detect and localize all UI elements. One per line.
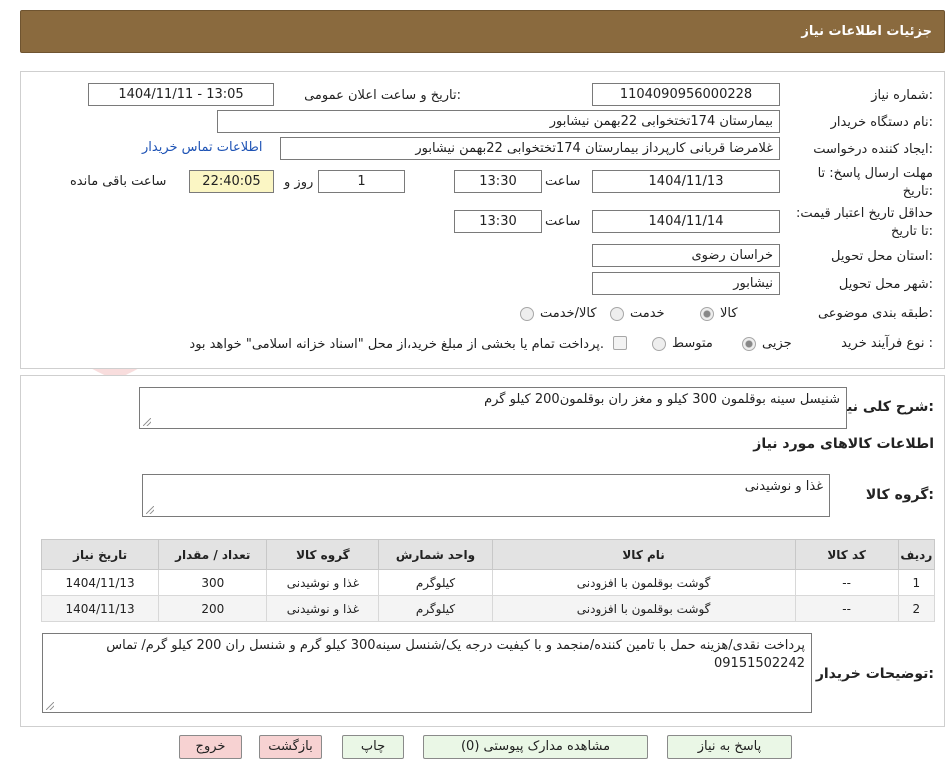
cell-date: 1404/11/13 xyxy=(40,595,160,622)
cell-name: گوشت بوقلمون با افزودنی xyxy=(491,595,796,622)
col-name: نام کالا xyxy=(491,539,796,570)
resize-grip-icon[interactable] xyxy=(143,418,151,426)
need-detail-panel: شرح کلی نیاز: شنیسل سینه بوقلمون 300 کیل… xyxy=(20,375,945,727)
page-header: جزئیات اطلاعات نیاز xyxy=(20,10,945,53)
requester-field: غلامرضا قربانی کارپرداز بیمارستان 174تخت… xyxy=(280,137,780,160)
radio-medium[interactable] xyxy=(652,336,666,351)
col-code: کد کالا xyxy=(794,539,899,570)
summary-text: شنیسل سینه بوقلمون 300 کیلو و مغز ران بو… xyxy=(484,392,840,407)
resize-grip-icon[interactable] xyxy=(46,702,54,710)
cell-group: غذا و نوشیدنی xyxy=(266,595,380,622)
col-row: ردیف xyxy=(897,539,936,570)
radio-goods[interactable] xyxy=(700,306,714,321)
col-date: تاریخ نیاز xyxy=(40,539,160,570)
days-remaining-field: 1 xyxy=(318,170,405,193)
treasury-note: پرداخت تمام یا بخشی از مبلغ خرید،از محل … xyxy=(189,337,604,352)
cell-code: -- xyxy=(794,595,899,622)
cell-quantity: 300 xyxy=(158,569,268,596)
need-number-field: 1104090956000228 xyxy=(592,83,780,106)
deadline-time-label: ساعت xyxy=(545,174,581,189)
summary-label: شرح کلی نیاز: xyxy=(833,399,934,415)
deadline-time-field: 13:30 xyxy=(454,170,542,193)
col-quantity: تعداد / مقدار xyxy=(158,539,268,570)
buyer-notes-textarea[interactable]: پرداخت نقدی/هزینه حمل با تامین کننده/منج… xyxy=(42,633,812,713)
buyer-org-label: نام دستگاه خریدار: xyxy=(830,115,933,130)
announce-label: تاریخ و ساعت اعلان عمومی: xyxy=(304,88,461,103)
category-option-goods[interactable]: کالا xyxy=(700,306,738,321)
table-row[interactable]: 2 -- گوشت بوقلمون با افزودنی کیلوگرم غذا… xyxy=(40,595,936,622)
resize-grip-icon[interactable] xyxy=(146,506,154,514)
cell-row: 2 xyxy=(897,595,936,622)
view-attachments-button[interactable]: مشاهده مدارک پیوستی (0) xyxy=(423,735,648,759)
print-button[interactable]: چاپ xyxy=(342,735,404,759)
validity-label: حداقل تاریخ اعتبار قیمت: تا تاریخ: xyxy=(795,206,933,239)
process-option-medium[interactable]: متوسط xyxy=(652,336,713,351)
cell-unit: کیلوگرم xyxy=(378,595,493,622)
validity-date-field: 1404/11/14 xyxy=(592,210,780,233)
validity-time-field: 13:30 xyxy=(454,210,542,233)
city-field: نیشابور xyxy=(592,272,780,295)
cell-date: 1404/11/13 xyxy=(40,569,160,596)
goods-group-label: گروه کالا: xyxy=(865,487,934,503)
goods-group-text: غذا و نوشیدنی xyxy=(744,479,823,494)
process-option-small[interactable]: جزیی xyxy=(742,336,792,351)
cell-unit: کیلوگرم xyxy=(378,569,493,596)
summary-textarea[interactable]: شنیسل سینه بوقلمون 300 کیلو و مغز ران بو… xyxy=(139,387,847,429)
time-remaining-label: ساعت باقی مانده xyxy=(70,174,167,189)
cell-group: غذا و نوشیدنی xyxy=(266,569,380,596)
buyer-contact-link[interactable]: اطلاعات تماس خریدار xyxy=(142,140,262,155)
city-label: شهر محل تحویل: xyxy=(838,277,933,292)
back-button[interactable]: بازگشت xyxy=(259,735,322,759)
treasury-checkbox[interactable] xyxy=(613,336,627,350)
exit-button[interactable]: خروج xyxy=(179,735,242,759)
days-label: روز و xyxy=(284,175,314,190)
radio-goods-service[interactable] xyxy=(520,306,534,321)
buyer-notes-text: پرداخت نقدی/هزینه حمل با تامین کننده/منج… xyxy=(106,638,805,671)
table-row[interactable]: 1 -- گوشت بوقلمون با افزودنی کیلوگرم غذا… xyxy=(40,569,936,596)
col-group: گروه کالا xyxy=(266,539,380,570)
province-field: خراسان رضوی xyxy=(592,244,780,267)
cell-row: 1 xyxy=(897,569,936,596)
page-title: جزئیات اطلاعات نیاز xyxy=(801,24,932,39)
radio-small[interactable] xyxy=(742,336,756,351)
validity-time-label: ساعت xyxy=(545,214,581,229)
buyer-notes-label: توضیحات خریدار: xyxy=(815,666,934,682)
cell-quantity: 200 xyxy=(158,595,268,622)
cell-code: -- xyxy=(794,569,899,596)
time-remaining-field: 22:40:05 xyxy=(189,170,274,193)
radio-service[interactable] xyxy=(610,306,624,321)
deadline-date-field: 1404/11/13 xyxy=(592,170,780,193)
category-label: طبقه بندی موضوعی: xyxy=(817,306,933,321)
announce-datetime-field: 1404/11/11 - 13:05 xyxy=(88,83,274,106)
category-option-goods-service[interactable]: کالا/خدمت xyxy=(520,306,597,321)
requester-label: ایجاد کننده درخواست: xyxy=(813,142,933,157)
table-header-row: ردیف کد کالا نام کالا واحد شمارش گروه کا… xyxy=(40,539,936,570)
category-option-service[interactable]: خدمت xyxy=(610,306,665,321)
process-label: نوع فرآیند خرید : xyxy=(841,336,933,351)
col-unit: واحد شمارش xyxy=(378,539,493,570)
deadline-label: مهلت ارسال پاسخ: تا تاریخ: xyxy=(817,166,933,199)
reply-button[interactable]: پاسخ به نیاز xyxy=(667,735,792,759)
need-number-label: شماره نیاز: xyxy=(871,88,933,103)
goods-table: ردیف کد کالا نام کالا واحد شمارش گروه کا… xyxy=(40,539,936,622)
goods-info-title: اطلاعات کالاهای مورد نیاز xyxy=(753,436,934,452)
province-label: استان محل تحویل: xyxy=(831,249,933,264)
cell-name: گوشت بوقلمون با افزودنی xyxy=(491,569,796,596)
goods-group-textarea[interactable]: غذا و نوشیدنی xyxy=(142,474,830,517)
buyer-org-field: بیمارستان 174تختخوابی 22بهمن نیشابور xyxy=(217,110,780,133)
